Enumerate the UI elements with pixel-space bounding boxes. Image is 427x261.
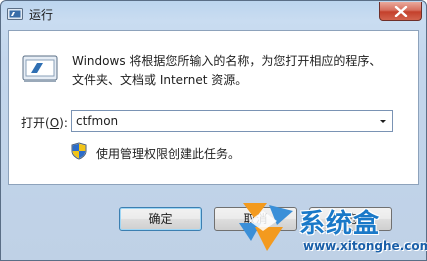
close-icon (394, 6, 408, 17)
run-icon (7, 8, 23, 20)
watermark-logo: 系统盒 www.xitonghe.com (233, 197, 427, 259)
open-label-accesskey: O (49, 116, 60, 130)
brand-logo-icon (239, 203, 293, 251)
description-line-2: 文件夹、文档或 Internet 资源。 (72, 73, 248, 87)
dropdown-arrow-icon[interactable] (377, 115, 389, 127)
brand-name: 系统盒 (299, 209, 381, 239)
open-label: 打开(O): (21, 114, 68, 131)
ok-button[interactable]: 确定 (119, 207, 202, 231)
open-combobox[interactable]: ctfmon (71, 110, 393, 132)
description-line-1: Windows 将根据您所输入的名称，为您打开相应的程序、 (72, 54, 382, 68)
run-program-icon (22, 55, 58, 83)
dialog-content: Windows 将根据您所输入的名称，为您打开相应的程序、 文件夹、文档或 In… (8, 30, 419, 185)
open-label-suffix: ): (59, 116, 68, 130)
open-input[interactable]: ctfmon (76, 114, 118, 128)
window-title: 运行 (29, 8, 54, 22)
run-dialog-window: 运行 Windows 将根据您所输入的名称，为您打开相应的程序、 文件夹、文档或… (0, 0, 427, 261)
brand-url: www.xitonghe.com (303, 239, 427, 253)
dialog-description: Windows 将根据您所输入的名称，为您打开相应的程序、 文件夹、文档或 In… (72, 52, 412, 90)
admin-note: 使用管理权限创建此任务。 (96, 147, 241, 161)
close-button[interactable] (379, 2, 422, 21)
open-label-prefix: 打开( (21, 116, 50, 130)
uac-shield-icon (71, 142, 87, 160)
